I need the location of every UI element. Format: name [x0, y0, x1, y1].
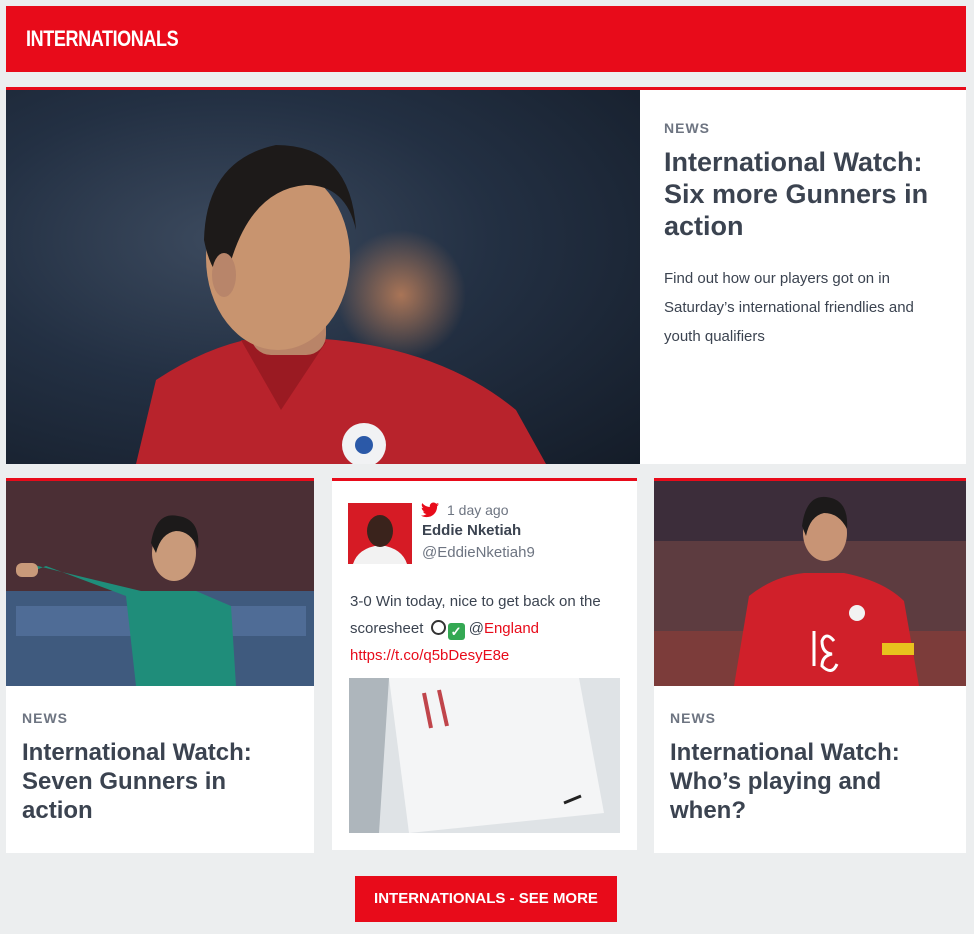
avatar[interactable] — [348, 503, 412, 564]
twitter-bird-icon — [421, 502, 439, 518]
news-card-seven-gunners[interactable]: NEWS International Watch: Seven Gunners … — [6, 478, 314, 853]
card-headline[interactable]: International Watch: Seven Gunners in ac… — [22, 738, 297, 825]
card-player-photo — [6, 481, 314, 686]
hero-text: NEWS International Watch: Six more Gunne… — [664, 120, 949, 351]
check-mark-icon: ✓ — [447, 623, 465, 640]
hero-headline[interactable]: International Watch: Six more Gunners in… — [664, 146, 949, 242]
card-text: NEWS International Watch: Seven Gunners … — [22, 710, 297, 825]
avatar-photo — [348, 503, 412, 564]
see-more-button[interactable]: INTERNATIONALS - SEE MORE — [355, 876, 617, 922]
tweet-image[interactable] — [349, 678, 620, 833]
tweet-text: 3-0 Win today, nice to get back on the s… — [350, 588, 625, 669]
tweet-mention-prefix: @ — [468, 620, 484, 637]
tweet-shirt-photo — [349, 678, 620, 833]
hero-article[interactable]: NEWS International Watch: Six more Gunne… — [6, 87, 966, 464]
section-title: INTERNATIONALS — [26, 26, 179, 51]
tweet-card[interactable]: 1 day ago Eddie Nketiah @EddieNketiah9 3… — [332, 478, 637, 850]
tweet-author-handle[interactable]: @EddieNketiah9 — [422, 544, 535, 561]
card-text: NEWS International Watch: Who’s playing … — [670, 710, 945, 825]
hero-summary: Find out how our players got on in Satur… — [664, 270, 914, 345]
soccer-ball-icon — [430, 620, 446, 635]
tweet-mention-link[interactable]: England — [484, 620, 539, 637]
tweet-author-name[interactable]: Eddie Nketiah — [422, 522, 521, 539]
section-header: INTERNATIONALS — [6, 6, 966, 72]
card-headline[interactable]: International Watch: Who’s playing and w… — [670, 738, 945, 825]
card-player-photo — [654, 481, 966, 686]
hero-kicker: NEWS — [664, 120, 710, 136]
hero-player-photo — [136, 145, 546, 464]
card-image[interactable] — [654, 481, 966, 686]
news-card-who-playing[interactable]: NEWS International Watch: Who’s playing … — [654, 478, 966, 853]
card-kicker: NEWS — [670, 710, 716, 726]
card-image[interactable] — [6, 481, 314, 686]
tweet-url-link[interactable]: https://t.co/q5bDesyE8e — [350, 647, 509, 664]
tweet-timestamp: 1 day ago — [447, 502, 509, 518]
hero-image[interactable] — [6, 90, 640, 464]
card-kicker: NEWS — [22, 710, 68, 726]
